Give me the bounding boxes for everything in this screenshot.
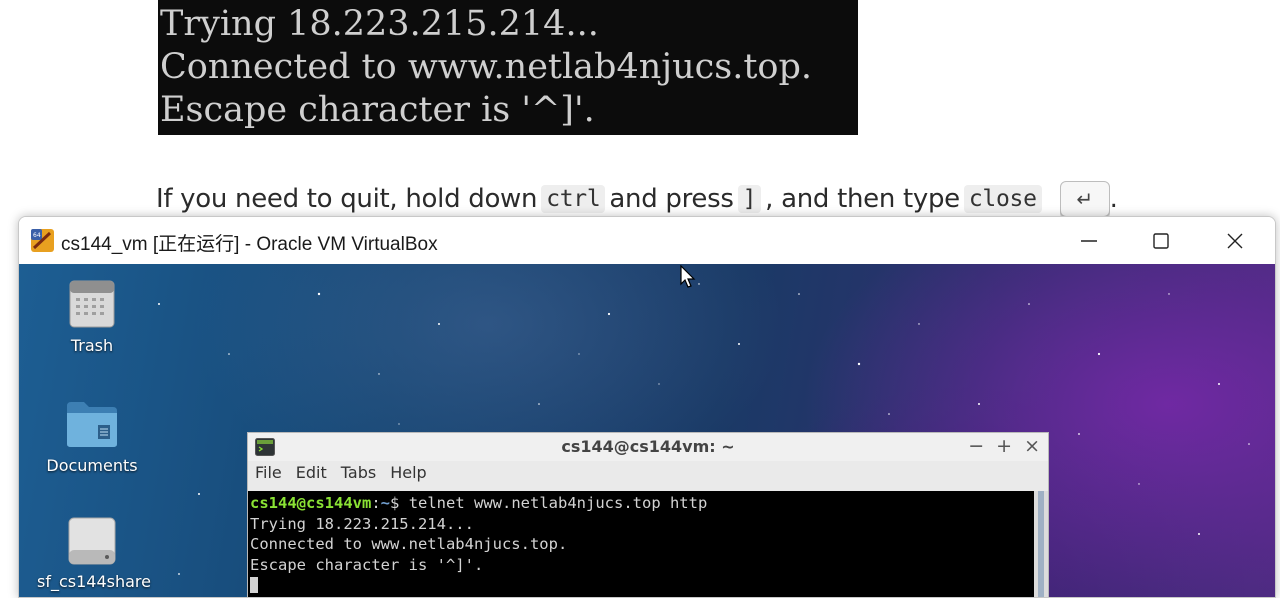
terminal-title: cs144@cs144vm: ~	[561, 437, 735, 456]
terminal-output-line: Trying 18.223.215.214...	[250, 514, 474, 533]
bracket-key-code: ]	[737, 185, 762, 213]
prompt-separator: :	[371, 494, 381, 512]
terminal-menubar: File Edit Tabs Help	[248, 463, 1048, 487]
menu-file[interactable]: File	[255, 463, 282, 487]
terminal-command: telnet www.netlab4njucs.top http	[408, 494, 708, 512]
virtualbox-window[interactable]: 64 cs144_vm [正在运行] - Oracle VM VirtualBo…	[18, 216, 1276, 598]
terminal-output-line: Connected to www.netlab4njucs.top.	[250, 535, 568, 553]
menu-tabs[interactable]: Tabs	[341, 463, 376, 487]
code-line: Trying 18.223.215.214...	[160, 4, 599, 44]
terminal-window[interactable]: cs144@cs144vm: ~ − + × File Edit Tabs He…	[247, 432, 1049, 597]
menu-help[interactable]: Help	[390, 463, 426, 487]
quit-text: , and then type	[765, 184, 960, 214]
desktop-icon-label: sf_cs144share	[37, 572, 151, 591]
window-titlebar[interactable]: 64 cs144_vm [正在运行] - Oracle VM VirtualBo…	[19, 217, 1275, 264]
quit-text: and press	[609, 184, 734, 214]
quit-text: .	[1109, 184, 1118, 214]
quit-text: If you need to quit, hold down	[156, 184, 538, 214]
minimize-button[interactable]	[1053, 217, 1125, 264]
scrollbar-thumb[interactable]	[1038, 491, 1044, 597]
close-command-code: close	[963, 185, 1042, 213]
enter-key-icon: ↵	[1059, 181, 1110, 217]
desktop-icon-sf-cs144share[interactable]: sf_cs144share	[37, 516, 151, 591]
terminal-cursor	[250, 577, 258, 593]
terminal-window-controls: − + ×	[968, 435, 1040, 457]
terminal-minimize-button[interactable]: −	[968, 435, 984, 457]
terminal-maximize-button[interactable]: +	[996, 435, 1012, 457]
folder-icon	[67, 402, 117, 447]
mouse-cursor-icon	[680, 265, 696, 288]
terminal-output[interactable]: cs144@cs144vm:~$ telnet www.netlab4njucs…	[248, 491, 1034, 597]
svg-text:64: 64	[33, 232, 41, 239]
terminal-close-button[interactable]: ×	[1024, 435, 1040, 457]
ctrl-key-code: ctrl	[541, 185, 606, 213]
code-line: Connected to www.netlab4njucs.top.	[160, 47, 813, 87]
terminal-scrollbar[interactable]	[1034, 491, 1048, 597]
close-button[interactable]	[1199, 217, 1271, 264]
desktop-icon-documents[interactable]: Documents	[37, 398, 147, 475]
terminal-output-line: Escape character is '^]'.	[250, 555, 484, 574]
close-icon	[1227, 233, 1243, 248]
maximize-button[interactable]	[1125, 217, 1197, 264]
prompt-path: ~	[380, 494, 391, 512]
prompt-user: cs144@cs144vm	[250, 494, 372, 512]
maximize-icon	[1153, 232, 1169, 249]
drive-icon	[68, 517, 116, 565]
code-output-image: Trying 18.223.215.214... Connected to ww…	[158, 0, 858, 135]
guest-desktop[interactable]: Trash Documents sf_cs144share cs144@cs14…	[19, 264, 1275, 597]
terminal-titlebar[interactable]: cs144@cs144vm: ~ − + ×	[248, 433, 1048, 461]
desktop-icon-label: Trash	[70, 336, 114, 355]
prompt-symbol: $	[390, 494, 409, 512]
trash-icon	[69, 280, 115, 328]
window-title: cs144_vm [正在运行] - Oracle VM VirtualBox	[61, 234, 438, 255]
minimize-icon	[1081, 239, 1097, 242]
desktop-icon-label: Documents	[46, 456, 138, 475]
menu-edit[interactable]: Edit	[296, 463, 327, 487]
virtualbox-app-icon: 64	[31, 229, 54, 252]
desktop-icon-trash[interactable]: Trash	[37, 278, 147, 355]
quit-instructions: If you need to quit, hold down ctrl and …	[156, 178, 1118, 220]
code-line: Escape character is '^]'.	[160, 90, 595, 130]
